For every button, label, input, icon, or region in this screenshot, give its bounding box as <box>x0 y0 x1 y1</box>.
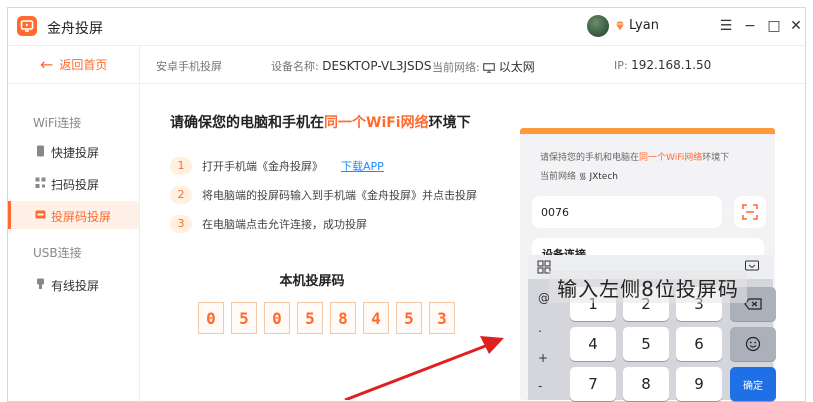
code-digit: 0 <box>264 302 290 334</box>
code-digit: 4 <box>363 302 389 334</box>
minimize-button[interactable]: − <box>739 15 761 37</box>
toolbar-divider <box>139 46 140 83</box>
code-digit: 0 <box>198 302 224 334</box>
current-network: 当前网络: 以太网 <box>432 58 535 75</box>
key-9[interactable]: 9 <box>676 367 722 401</box>
phone-icon <box>37 145 44 157</box>
sidebar-item-label: 快捷投屏 <box>51 146 100 160</box>
ip-value: 192.168.1.50 <box>631 58 712 72</box>
sidebar-item-code-cast[interactable]: 投屏码投屏 <box>8 201 139 229</box>
app-name: 金舟投屏 <box>47 21 103 37</box>
username: Lyan <box>629 18 659 33</box>
back-home-button[interactable]: ← 返回首页 <box>40 56 107 73</box>
key-dot[interactable]: . <box>538 321 542 335</box>
title-prefix: 请确保您的电脑和手机在 <box>170 115 324 131</box>
enter-key[interactable]: 确定 <box>730 367 776 401</box>
key-4[interactable]: 4 <box>570 327 616 361</box>
back-home-label: 返回首页 <box>59 58 108 72</box>
instruction-overlay: 输入左侧8位投屏码 <box>549 271 747 303</box>
key-6[interactable]: 6 <box>676 327 722 361</box>
sidebar-item-scan-cast[interactable]: 扫码投屏 <box>8 169 139 197</box>
wifi-icon: ᯾ <box>578 172 587 182</box>
sidebar-item-label: 扫码投屏 <box>51 178 100 192</box>
step-number: 3 <box>170 215 192 233</box>
sidebar-item-wired-cast[interactable]: 有线投屏 <box>8 270 139 298</box>
code-digit: 5 <box>231 302 257 334</box>
emoji-key[interactable] <box>730 327 776 361</box>
title-suffix: 环境下 <box>428 115 471 131</box>
app-logo-icon <box>17 16 37 36</box>
step-number: 1 <box>170 157 192 175</box>
key-minus[interactable]: - <box>538 379 542 393</box>
step-text: 在电脑端点击允许连接，成功投屏 <box>202 218 367 231</box>
phone-hint-highlight: 同一个WiFi网络 <box>639 153 703 163</box>
sidebar-item-label: 投屏码投屏 <box>51 210 112 224</box>
wifi-section-header: WiFi连接 <box>33 116 82 130</box>
ip-label: IP: <box>614 59 628 72</box>
key-5[interactable]: 5 <box>623 327 669 361</box>
key-8[interactable]: 8 <box>623 367 669 401</box>
code-icon <box>35 210 46 219</box>
step-1: 1 打开手机端《金舟投屏》 下载APP <box>170 157 384 175</box>
monitor-icon <box>483 63 496 73</box>
step-text: 打开手机端《金舟投屏》 <box>202 160 323 173</box>
phone-hint-suffix: 环境下 <box>702 153 730 163</box>
close-button[interactable]: ✕ <box>785 15 805 37</box>
back-arrow-icon: ← <box>40 54 54 74</box>
maximize-button[interactable]: □ <box>763 15 785 37</box>
phone-hint-prefix: 请保持您的手机和电脑在 <box>540 153 640 163</box>
sidebar-item-quick-cast[interactable]: 快捷投屏 <box>8 137 139 165</box>
code-digit: 5 <box>297 302 323 334</box>
qrcode-icon <box>35 177 46 188</box>
device-name-value: DESKTOP-VL3JSDS <box>322 59 432 73</box>
sidebar-item-label: 有线投屏 <box>51 279 100 293</box>
code-digit: 5 <box>396 302 422 334</box>
sidebar: WiFi连接 快捷投屏 扫码投屏 投屏码投屏 USB连接 有线投屏 <box>8 84 140 401</box>
ip-address: IP: 192.168.1.50 <box>614 58 711 72</box>
title-bar: 金舟投屏 Lyan ☰ − □ ✕ <box>8 8 805 46</box>
network-value: 以太网 <box>498 60 535 74</box>
phone-accent-bar <box>520 128 775 134</box>
cast-code-label: 本机投屏码 <box>279 274 345 289</box>
key-7[interactable]: 7 <box>570 367 616 401</box>
key-plus[interactable]: + <box>538 351 548 365</box>
emoji-icon <box>745 336 761 352</box>
cast-code-digits: 0 5 0 5 8 4 5 3 <box>198 302 455 334</box>
phone-network-value: JXtech <box>589 172 618 182</box>
network-label: 当前网络: <box>432 61 480 74</box>
phone-network-label: 当前网络 <box>540 172 577 182</box>
step-2: 2 将电脑端的投屏码输入到手机端《金舟投屏》并点击投屏 <box>170 186 477 204</box>
avatar[interactable] <box>587 15 609 37</box>
download-app-link[interactable]: 下载APP <box>341 158 384 174</box>
scan-button[interactable] <box>734 196 766 228</box>
phone-current-network: 当前网络 ᯾ JXtech <box>540 169 618 182</box>
keyboard-hide-icon[interactable] <box>745 260 759 274</box>
mode-label: 安卓手机投屏 <box>156 60 222 73</box>
step-text: 将电脑端的投屏码输入到手机端《金舟投屏》并点击投屏 <box>202 189 477 202</box>
step-number: 2 <box>170 186 192 204</box>
page-title: 请确保您的电脑和手机在同一个WiFi网络环境下 <box>170 112 471 132</box>
device-name-label: 设备名称: <box>271 60 319 73</box>
vip-diamond-icon <box>616 21 624 31</box>
menu-icon[interactable]: ☰ <box>715 15 737 37</box>
code-digit: 8 <box>330 302 356 334</box>
usb-icon <box>37 278 44 289</box>
step-3: 3 在电脑端点击允许连接，成功投屏 <box>170 215 367 233</box>
title-highlight: 同一个WiFi网络 <box>324 115 429 131</box>
code-digit: 3 <box>429 302 455 334</box>
toolbar: ← 返回首页 安卓手机投屏 设备名称: DESKTOP-VL3JSDS 当前网络… <box>8 46 805 84</box>
phone-code-input[interactable]: 0076 <box>532 196 722 228</box>
usb-section-header: USB连接 <box>33 246 82 260</box>
device-name: 设备名称: DESKTOP-VL3JSDS <box>271 58 432 74</box>
scan-icon <box>742 204 758 220</box>
phone-network-hint: 请保持您的手机和电脑在同一个WiFi网络环境下 <box>540 150 729 163</box>
